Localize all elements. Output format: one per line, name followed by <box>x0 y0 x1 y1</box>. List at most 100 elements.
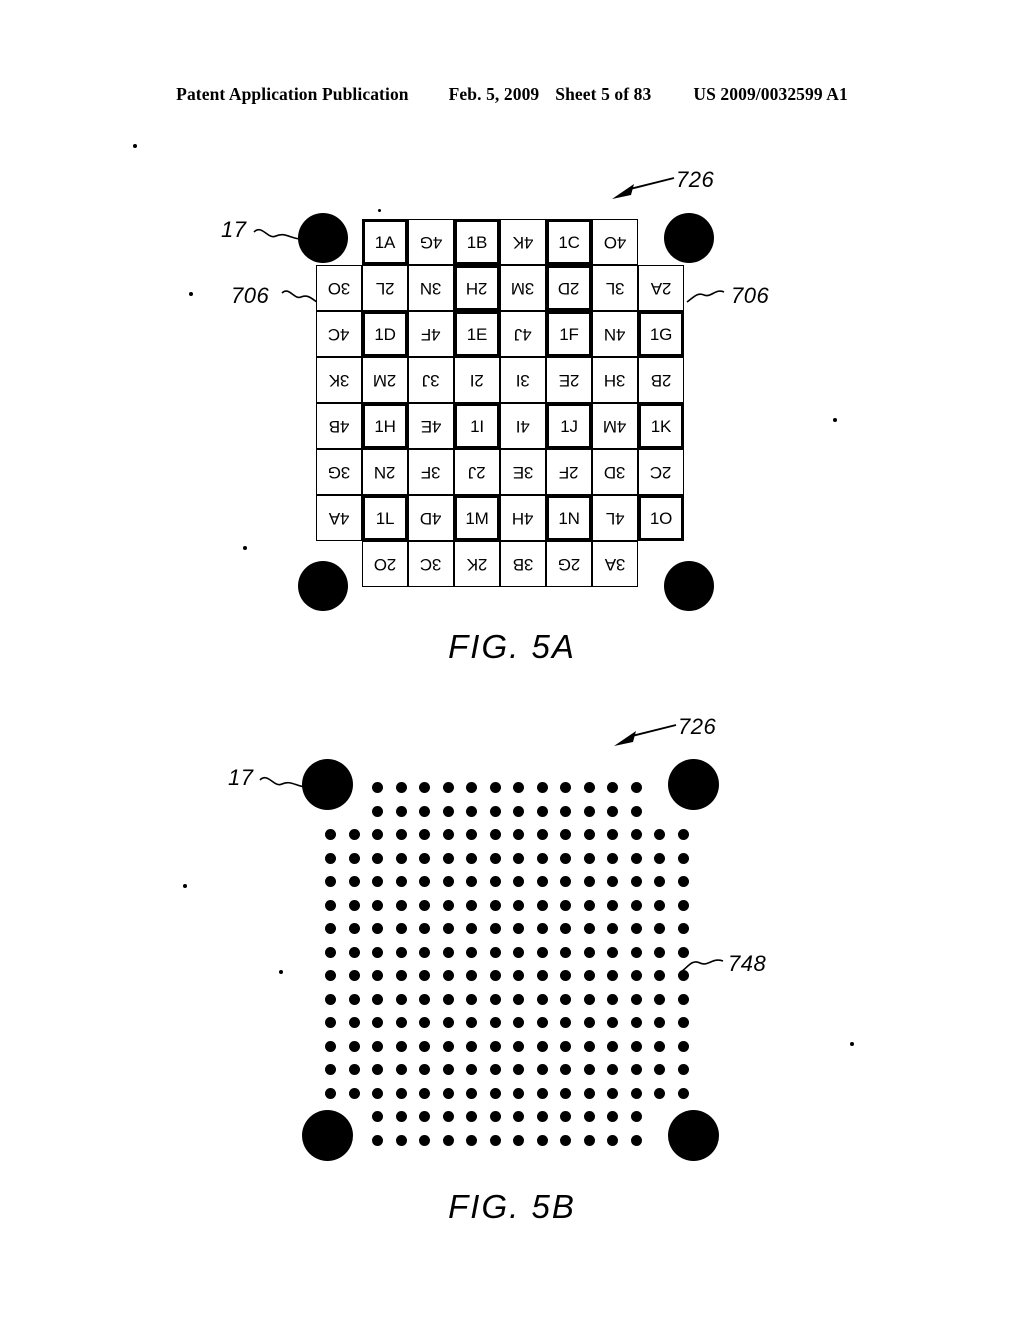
tag-cell: 2O <box>362 541 408 587</box>
tag-cell-label: 3E <box>512 462 534 482</box>
macrodot <box>372 1040 383 1052</box>
macrodot <box>419 1064 430 1075</box>
macrodot <box>466 1087 477 1099</box>
scan-speckle <box>850 1042 854 1046</box>
tag-cell-label: 2M <box>373 370 397 390</box>
tag-cell-label: 1O <box>649 508 673 528</box>
tag-cell: 3C <box>408 541 454 587</box>
tag-cell-label: 2I <box>470 370 484 390</box>
tag-cell-label: 2L <box>375 278 395 298</box>
macrodot <box>677 923 689 934</box>
macrodot <box>419 829 430 840</box>
macrodot <box>677 1040 689 1052</box>
macrodot <box>442 923 454 934</box>
tag-cell: 4H <box>500 495 546 541</box>
tag-cell: 4O <box>592 219 638 265</box>
tag-cell-label: 1I <box>470 416 484 436</box>
tag-cell: 4B <box>316 403 362 449</box>
macrodot <box>630 993 642 1005</box>
macrodot <box>630 829 642 840</box>
macrodot <box>560 1134 571 1146</box>
macrodot <box>513 1087 524 1099</box>
tag-grid-5a: 1A 4G 1B 4K 1C 4O 3O 2L 3N 2H 3M 2D 3L 2A 4C 1D 4F 1E 4J 1F… <box>316 219 684 587</box>
tag-cell-label: 3I <box>516 370 530 390</box>
macrodot <box>489 1134 501 1146</box>
macrodot <box>607 1134 618 1146</box>
macrodot <box>630 1134 642 1146</box>
macrodot <box>583 993 595 1005</box>
macrodot <box>560 829 571 840</box>
macrodot <box>372 852 383 864</box>
tag-cell: 3D <box>592 449 638 495</box>
tag-cell-label: 4M <box>603 416 627 436</box>
macrodot <box>395 946 407 958</box>
macrodot <box>583 829 595 840</box>
macrodot <box>395 970 407 981</box>
macrodot <box>654 970 665 981</box>
macrodot <box>325 923 336 934</box>
macrodot <box>419 946 430 958</box>
macrodot <box>489 852 501 864</box>
macrodot <box>630 805 642 817</box>
tag-cell: 1M <box>454 495 500 541</box>
tag-cell-label: 4C <box>328 324 350 344</box>
macrodot <box>489 782 501 793</box>
tag-cell: 2I <box>454 357 500 403</box>
macrodot <box>395 852 407 864</box>
tag-cell: 3N <box>408 265 454 311</box>
tag-cell-label: 1J <box>560 416 578 436</box>
tag-cell-label: 4H <box>512 508 534 528</box>
macrodot <box>677 899 689 911</box>
header-sheet: Sheet 5 of 83 <box>555 84 652 104</box>
tag-cell-label: 2O <box>373 554 397 574</box>
macrodot <box>607 1017 618 1028</box>
macrodot <box>325 852 336 864</box>
macrodot <box>348 970 360 981</box>
tag-cell-label: 2F <box>559 462 579 482</box>
macrodot <box>630 876 642 887</box>
macrodot <box>513 852 524 864</box>
tag-cell: 2C <box>638 449 684 495</box>
ref-label-748: 748 <box>728 951 767 976</box>
tag-cell: 1L <box>362 495 408 541</box>
tag-cell: 1J <box>546 403 592 449</box>
macrodot <box>325 1064 336 1075</box>
tag-cell: 2H <box>454 265 500 311</box>
tag-cell: 1B <box>454 219 500 265</box>
macrodot <box>325 876 336 887</box>
macrodot <box>654 946 665 958</box>
macrodot <box>536 876 548 887</box>
macrodot <box>348 923 360 934</box>
tag-cell: 1A <box>362 219 408 265</box>
macrodot <box>560 1017 571 1028</box>
macrodot <box>395 899 407 911</box>
macrodot <box>536 1087 548 1099</box>
macrodot <box>560 970 571 981</box>
tag-cell-label: 4D <box>420 508 442 528</box>
tag-cell: 4N <box>592 311 638 357</box>
macrodot <box>607 782 618 793</box>
macrodot <box>513 1064 524 1075</box>
macrodot <box>654 899 665 911</box>
tag-cell-label: 2N <box>374 462 396 482</box>
macrodot <box>583 852 595 864</box>
macrodot <box>419 1134 430 1146</box>
macrodot <box>442 970 454 981</box>
scan-speckle <box>183 884 187 888</box>
macrodot <box>536 1040 548 1052</box>
scan-speckle <box>189 292 193 296</box>
macrodot <box>677 1064 689 1075</box>
macrodot-matrix-5b <box>325 782 697 1154</box>
macrodot <box>466 993 477 1005</box>
macrodot <box>372 782 383 793</box>
macrodot <box>466 923 477 934</box>
macrodot <box>466 876 477 887</box>
macrodot <box>325 829 336 840</box>
tag-cell: 2M <box>362 357 408 403</box>
tag-cell-label: 4N <box>604 324 626 344</box>
ref-label-706-right: 706 <box>731 283 770 308</box>
macrodot <box>677 1087 689 1099</box>
macrodot <box>607 1040 618 1052</box>
tag-cell-label: 1F <box>559 324 579 344</box>
macrodot <box>419 899 430 911</box>
